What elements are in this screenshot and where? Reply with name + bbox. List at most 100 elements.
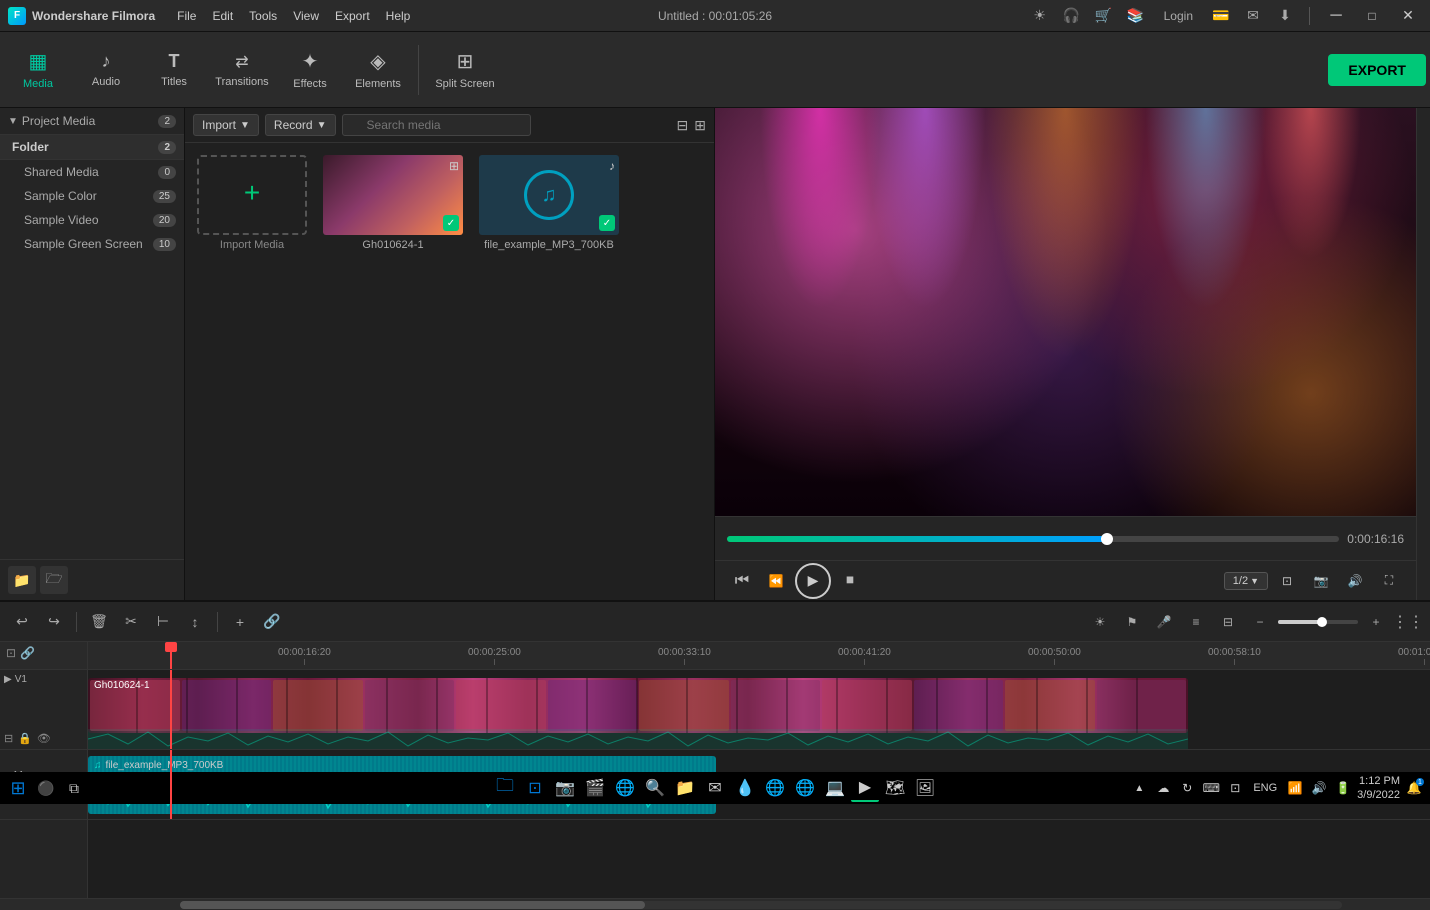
link-clip-icon[interactable]: 🔗 [20, 646, 35, 660]
video-settings-icon[interactable]: ⊟ [4, 732, 13, 745]
color-match-button[interactable]: ☀ [1086, 608, 1114, 636]
add-track-button[interactable]: + [226, 608, 254, 636]
library-icon[interactable]: 📚 [1124, 4, 1148, 28]
taskbar-camera[interactable]: 📷 [551, 774, 579, 802]
record-dropdown[interactable]: Record ▼ [265, 114, 336, 136]
taskbar-filmora[interactable]: 🎬 [581, 774, 609, 802]
filter-icon[interactable]: ⊟ [677, 117, 689, 134]
scrollbar-track[interactable] [180, 901, 1342, 909]
grid-view-icon[interactable]: ⊞ [694, 117, 706, 134]
clock-widget[interactable]: 1:12 PM 3/9/2022 [1357, 774, 1400, 803]
menu-help[interactable]: Help [386, 9, 411, 23]
toolbar-effects[interactable]: ✦ Effects [276, 38, 344, 102]
import-media-button[interactable]: + [197, 155, 307, 235]
close-button[interactable]: ✕ [1394, 2, 1422, 30]
cut-button[interactable]: ✂ [117, 608, 145, 636]
onedrive-icon[interactable]: ☁ [1153, 778, 1173, 798]
chevron-up-icon[interactable]: ▲ [1129, 778, 1149, 798]
link-button[interactable]: 🔗 [258, 608, 286, 636]
start-button[interactable]: ⊞ [6, 776, 30, 800]
taskbar-dropbox[interactable]: 💧 [731, 774, 759, 802]
media-item-audio[interactable]: ♪ ♫ ✓ file_example_MP3_700KB [479, 155, 619, 251]
wifi-icon[interactable]: 📶 [1285, 778, 1305, 798]
minimize-button[interactable]: ─ [1322, 2, 1350, 30]
menu-tools[interactable]: Tools [249, 9, 277, 23]
mail-icon[interactable]: ✉ [1241, 4, 1265, 28]
redo-button[interactable]: ↪ [40, 608, 68, 636]
new-folder-button[interactable]: 📁 [8, 566, 36, 594]
toolbar-titles[interactable]: T Titles [140, 38, 208, 102]
task-view-button[interactable]: ⧉ [62, 776, 86, 800]
delete-folder-button[interactable]: 🗁 [40, 566, 68, 594]
media-item-video[interactable]: ⊞ ✓ Gh010624-1 [323, 155, 463, 251]
audio-detach-button[interactable]: ↕ [181, 608, 209, 636]
frame-back-button[interactable]: ⏪ [761, 566, 791, 596]
mark-button[interactable]: ⚑ [1118, 608, 1146, 636]
video-clip[interactable]: Gh010624-1 [88, 678, 1188, 733]
volume-icon[interactable]: 🔊 [1309, 778, 1329, 798]
zoom-thumb[interactable] [1317, 617, 1327, 627]
play-button[interactable]: ▶ [795, 563, 831, 599]
update-icon[interactable]: ↻ [1177, 778, 1197, 798]
taskbar-maps[interactable]: 🗺 [881, 774, 909, 802]
volume-button[interactable]: 🔊 [1340, 566, 1370, 596]
preview-timeline-track[interactable] [727, 536, 1339, 542]
project-media-arrow[interactable]: ▼ [8, 116, 18, 127]
taskbar-filmora-active[interactable]: ▶ [851, 774, 879, 802]
taskbar-chrome[interactable]: 🌐 [761, 774, 789, 802]
headset-icon[interactable]: 🎧 [1060, 4, 1084, 28]
subtitle-button[interactable]: ≡ [1182, 608, 1210, 636]
snap-icon[interactable]: ⊡ [6, 646, 16, 660]
taskbar-explorer[interactable]: 🗀 [491, 774, 519, 802]
search-input[interactable] [342, 114, 531, 136]
video-eye-icon[interactable]: 👁 [37, 732, 51, 745]
delete-button[interactable]: 🗑 [85, 608, 113, 636]
skip-back-button[interactable]: ⏮ [727, 566, 757, 596]
download-icon[interactable]: ⬇ [1273, 4, 1297, 28]
export-button[interactable]: EXPORT [1328, 54, 1426, 86]
scrollbar-thumb[interactable] [180, 901, 645, 909]
menu-edit[interactable]: Edit [212, 9, 233, 23]
menu-export[interactable]: Export [335, 9, 370, 23]
more-button[interactable]: ⋮⋮ [1394, 608, 1422, 636]
shared-media-item[interactable]: Shared Media 0 [0, 160, 184, 184]
notification-icon[interactable]: 🔔 1 [1404, 778, 1424, 798]
toolbar-audio[interactable]: ♪ Audio [72, 38, 140, 102]
tablet-icon[interactable]: ⊡ [1225, 778, 1245, 798]
screenshot-button[interactable]: 📷 [1306, 566, 1336, 596]
zoom-in-button[interactable]: + [1362, 608, 1390, 636]
mic-button[interactable]: 🎤 [1150, 608, 1178, 636]
maximize-button[interactable]: □ [1358, 2, 1386, 30]
sample-video-item[interactable]: Sample Video 20 [0, 208, 184, 232]
undo-button[interactable]: ↩ [8, 608, 36, 636]
toolbar-elements[interactable]: ◈ Elements [344, 38, 412, 102]
preview-progress-thumb[interactable] [1101, 533, 1113, 545]
taskbar-edge[interactable]: 🌐 [611, 774, 639, 802]
taskbar-photos[interactable]: 🖼 [911, 774, 939, 802]
cart-icon[interactable]: 🛒 [1092, 4, 1116, 28]
stop-button[interactable]: ⏹ [835, 566, 865, 596]
sample-color-item[interactable]: Sample Color 25 [0, 184, 184, 208]
split-screen-button[interactable]: ⊞ Split Screen [425, 38, 505, 102]
taskbar-folder[interactable]: 📁 [671, 774, 699, 802]
keyboard-icon[interactable]: ⌨ [1201, 778, 1221, 798]
taskbar-search2[interactable]: 🔍 [641, 774, 669, 802]
import-dropdown[interactable]: Import ▼ [193, 114, 259, 136]
preview-ratio-selector[interactable]: 1/2 ▼ [1224, 572, 1268, 590]
taskbar-store[interactable]: ⊡ [521, 774, 549, 802]
sample-green-screen-item[interactable]: Sample Green Screen 10 [0, 232, 184, 256]
toolbar-transitions[interactable]: ⇄ Transitions [208, 38, 276, 102]
menu-file[interactable]: File [177, 9, 196, 23]
login-button[interactable]: Login [1156, 4, 1201, 28]
fullscreen-button[interactable]: ⛶ [1374, 566, 1404, 596]
search-taskbar-button[interactable]: ⚫ [34, 776, 58, 800]
battery-icon[interactable]: 🔋 [1333, 778, 1353, 798]
taskbar-pc[interactable]: 💻 [821, 774, 849, 802]
sun-icon[interactable]: ☀ [1028, 4, 1052, 28]
zoom-slider[interactable] [1278, 620, 1358, 624]
taskbar-chrome2[interactable]: 🌐 [791, 774, 819, 802]
crop-button[interactable]: ⊡ [1272, 566, 1302, 596]
video-lock-icon[interactable]: 🔒 [18, 732, 32, 745]
menu-view[interactable]: View [293, 9, 319, 23]
wallet-icon[interactable]: 💳 [1209, 4, 1233, 28]
